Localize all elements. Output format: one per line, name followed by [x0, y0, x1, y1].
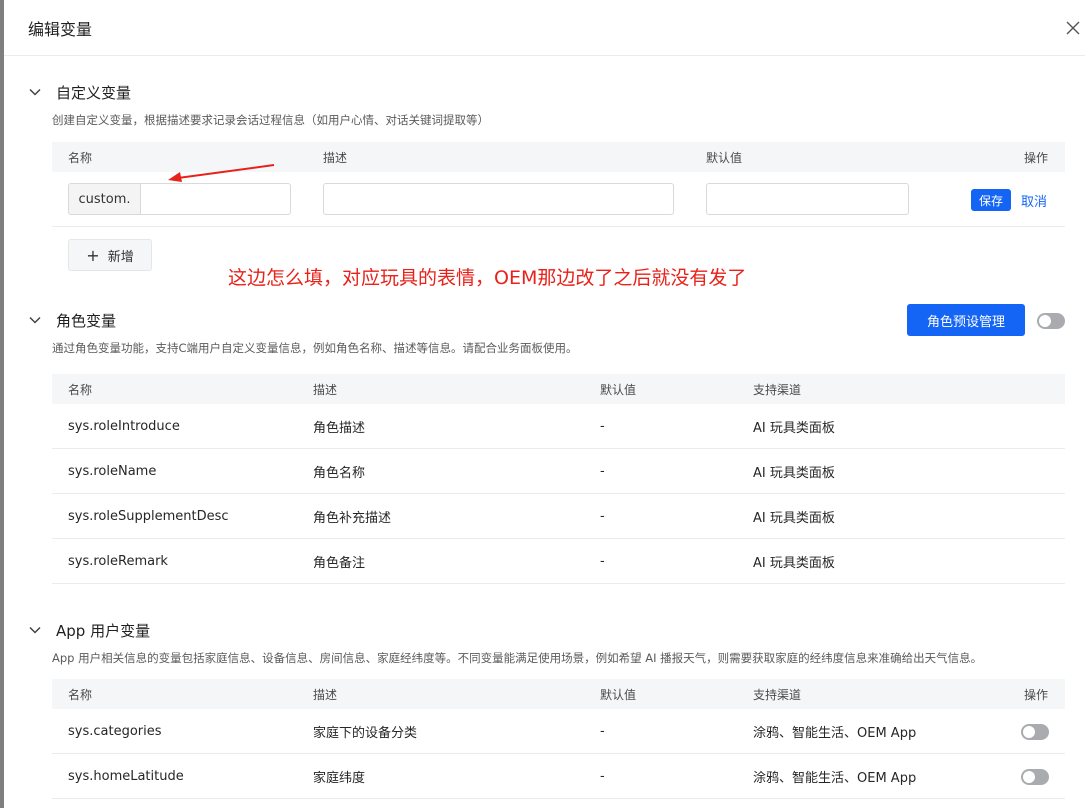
row-name: sys.roleName — [68, 463, 157, 479]
row-channel: AI 玩具类面板 — [753, 555, 835, 571]
row-name: sys.roleRemark — [68, 553, 168, 569]
row-channel: 涂鸦、智能生活、OEM App — [753, 725, 917, 741]
app-variables-section: App 用户变量 App 用户相关信息的变量包括家庭信息、设备信息、房间信息、家… — [4, 618, 1085, 666]
row-default: - — [600, 723, 605, 739]
row-default: - — [600, 553, 605, 569]
role-variables-toggle[interactable] — [1037, 313, 1065, 329]
header-desc: 描述 — [313, 687, 338, 702]
header-desc: 描述 — [323, 150, 348, 165]
chevron-down-icon — [29, 88, 41, 96]
row-name: sys.roleIntroduce — [68, 418, 180, 434]
chevron-down-icon — [29, 316, 41, 324]
row-desc: 角色描述 — [313, 420, 366, 436]
row-channel: AI 玩具类面板 — [753, 510, 835, 526]
row-default: - — [600, 508, 605, 524]
row-desc: 角色补充描述 — [313, 510, 392, 526]
custom-section-title: 自定义变量 — [56, 83, 132, 102]
table-row: sys.roleRemark 角色备注 - AI 玩具类面板 — [52, 539, 1065, 584]
edit-variables-modal: 编辑变量 自定义变量 创建自定义变量，根据描述要求记录会话过程信息（如用户心情、… — [4, 0, 1085, 808]
table-header: 名称 描述 默认值 支持渠道 — [52, 374, 1065, 404]
app-section-header[interactable]: App 用户变量 — [4, 618, 1085, 642]
custom-variables-section: 自定义变量 创建自定义变量，根据描述要求记录会话过程信息（如用户心情、对话关键词… — [4, 80, 1085, 128]
row-channel: AI 玩具类面板 — [753, 465, 835, 481]
table-row: sys.categories 家庭下的设备分类 - 涂鸦、智能生活、OEM Ap… — [52, 709, 1065, 754]
close-icon — [1066, 21, 1080, 35]
row-name: sys.roleSupplementDesc — [68, 508, 229, 524]
modal-title: 编辑变量 — [28, 19, 93, 39]
app-section-desc: App 用户相关信息的变量包括家庭信息、设备信息、房间信息、家庭经纬度等。不同变… — [52, 651, 983, 665]
header-name: 名称 — [68, 382, 93, 397]
row-desc: 家庭纬度 — [313, 770, 366, 786]
annotation-arrow-icon — [168, 164, 275, 182]
row-desc: 角色名称 — [313, 465, 366, 481]
plus-icon: + — [86, 245, 100, 265]
header-action: 操作 — [1024, 150, 1049, 165]
toggle-knob — [1023, 771, 1035, 783]
table-row: sys.roleName 角色名称 - AI 玩具类面板 — [52, 449, 1065, 494]
app-variables-table: 名称 描述 默认值 支持渠道 操作 sys.categories 家庭下的设备分… — [52, 679, 1065, 799]
header-name: 名称 — [68, 687, 93, 702]
row-channel: AI 玩具类面板 — [753, 420, 835, 436]
row-enable-toggle[interactable] — [1021, 769, 1049, 785]
header-action: 操作 — [1024, 687, 1049, 702]
variable-default-input[interactable] — [706, 183, 909, 215]
row-channel: 涂鸦、智能生活、OEM App — [753, 770, 917, 786]
custom-variables-table: 名称 描述 默认值 操作 custom. 保存 取消 — [52, 142, 1065, 227]
row-enable-toggle[interactable] — [1021, 724, 1049, 740]
add-variable-button[interactable]: + 新增 — [68, 239, 152, 271]
header-channel: 支持渠道 — [753, 687, 802, 702]
add-label: 新增 — [107, 249, 134, 265]
cancel-link[interactable]: 取消 — [1021, 191, 1047, 210]
role-variables-table: 名称 描述 默认值 支持渠道 sys.roleIntroduce 角色描述 - … — [52, 374, 1065, 584]
custom-prefix: custom. — [68, 183, 140, 215]
header-default: 默认值 — [600, 382, 637, 397]
toggle-knob — [1039, 315, 1051, 327]
table-header: 名称 描述 默认值 支持渠道 操作 — [52, 679, 1065, 709]
custom-section-desc: 创建自定义变量，根据描述要求记录会话过程信息（如用户心情、对话关键词提取等） — [52, 113, 489, 127]
table-row: sys.roleIntroduce 角色描述 - AI 玩具类面板 — [52, 404, 1065, 449]
app-section-title: App 用户变量 — [56, 621, 151, 640]
header-name: 名称 — [68, 150, 93, 165]
header-desc: 描述 — [313, 382, 338, 397]
row-name: sys.categories — [68, 723, 162, 739]
toggle-knob — [1023, 726, 1035, 738]
close-button[interactable] — [1065, 16, 1085, 40]
row-default: - — [600, 418, 605, 434]
table-row: sys.homeLatitude 家庭纬度 - 涂鸦、智能生活、OEM App — [52, 754, 1065, 799]
header-default: 默认值 — [600, 687, 637, 702]
header-channel: 支持渠道 — [753, 382, 802, 397]
row-desc: 家庭下的设备分类 — [313, 725, 418, 741]
name-input-group: custom. — [68, 183, 291, 215]
row-desc: 角色备注 — [313, 555, 366, 571]
variable-name-input[interactable] — [140, 183, 291, 215]
variable-desc-input[interactable] — [323, 183, 674, 215]
table-row: sys.roleSupplementDesc 角色补充描述 - AI 玩具类面板 — [52, 494, 1065, 539]
header-default: 默认值 — [706, 150, 743, 165]
annotation-text: 这边怎么填，对应玩具的表情，OEM那边改了之后就没有发了 — [228, 267, 747, 289]
role-section-title: 角色变量 — [56, 311, 117, 330]
modal-header: 编辑变量 — [4, 0, 1085, 56]
row-default: - — [600, 463, 605, 479]
row-name: sys.homeLatitude — [68, 768, 184, 784]
custom-section-header[interactable]: 自定义变量 — [4, 80, 1085, 104]
row-default: - — [600, 768, 605, 784]
save-button[interactable]: 保存 — [971, 189, 1011, 211]
chevron-down-icon — [29, 626, 41, 634]
role-preset-button[interactable]: 角色预设管理 — [907, 304, 1025, 336]
role-section-desc: 通过角色变量功能，支持C端用户自定义变量信息，例如角色名称、描述等信息。请配合业… — [52, 341, 578, 355]
